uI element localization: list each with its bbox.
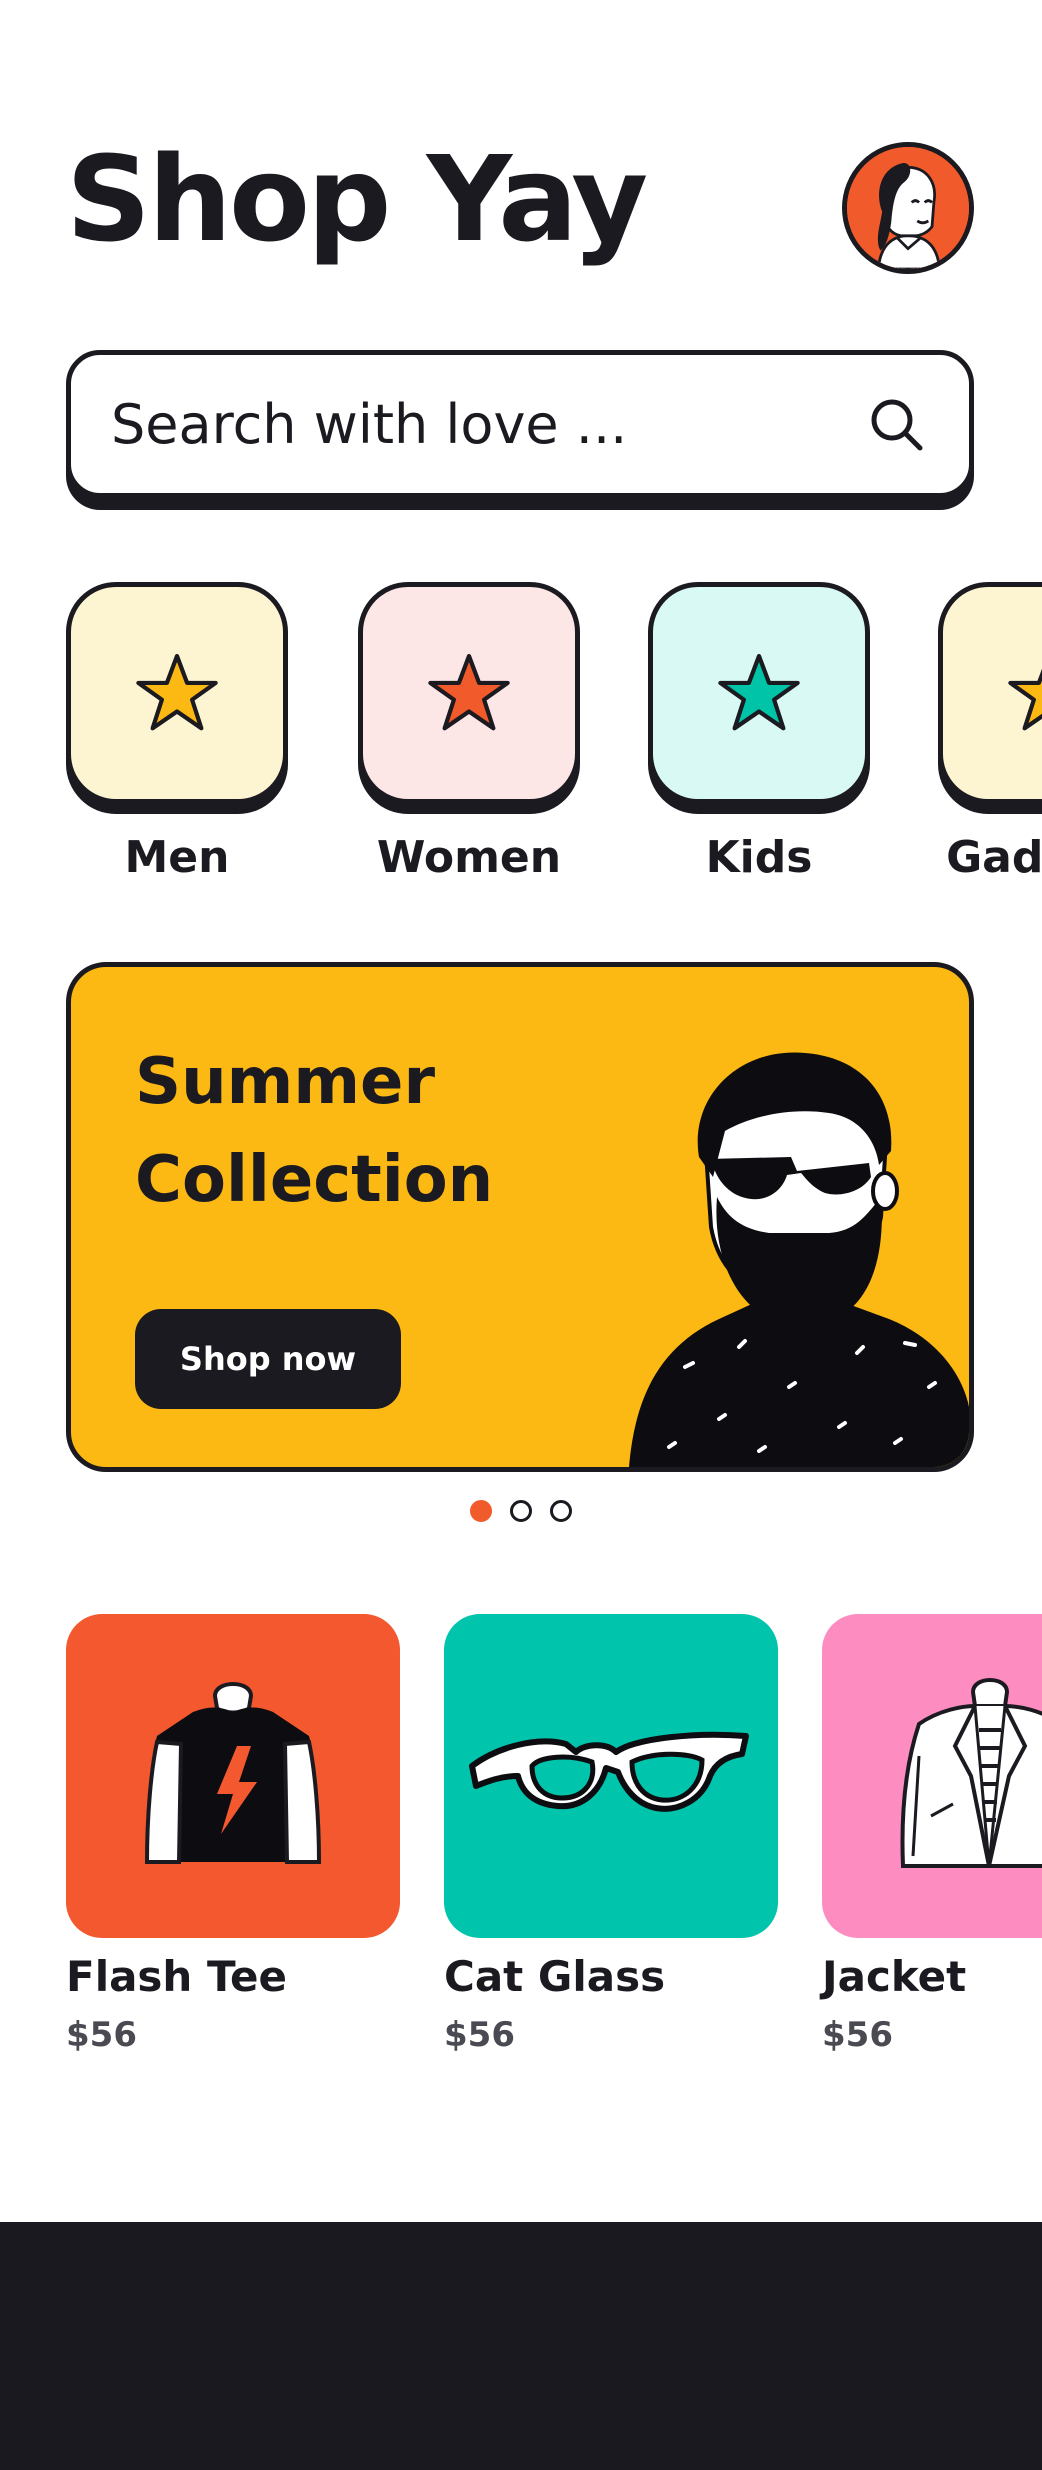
search-input[interactable] (111, 392, 861, 456)
category-women[interactable]: Women (358, 582, 580, 883)
product-card-jacket[interactable]: Jacket $56 (822, 1614, 1042, 2055)
category-kids[interactable]: Kids (648, 582, 870, 883)
star-icon (718, 653, 800, 731)
user-avatar-icon (847, 147, 969, 269)
bearded-man-illustration (629, 1052, 969, 1467)
category-label: Gadgets (946, 832, 1042, 883)
category-label: Women (376, 832, 562, 883)
banner-headline-line: Collection (135, 1143, 494, 1217)
star-icon (1008, 668, 1042, 731)
category-label: Men (124, 832, 230, 883)
product-card-flash-tee[interactable]: Flash Tee $56 (66, 1614, 400, 2055)
category-tile (648, 582, 870, 804)
carousel-dot[interactable] (550, 1500, 572, 1522)
star-icon (136, 653, 218, 731)
product-card-cat-glass[interactable]: Cat Glass $56 (444, 1614, 778, 2055)
search-bar (66, 350, 974, 498)
product-price: $56 (822, 2015, 893, 2055)
product-name: Jacket (822, 1952, 967, 2001)
product-price: $56 (66, 2015, 137, 2055)
category-men[interactable]: Men (66, 582, 288, 883)
carousel-dot[interactable] (510, 1500, 532, 1522)
carousel-dot-active[interactable] (470, 1500, 492, 1522)
product-name: Flash Tee (66, 1952, 287, 2001)
category-tile (358, 582, 580, 804)
profile-avatar[interactable] (842, 142, 974, 274)
product-list: Flash Tee $56 Cat Glass $56 Jacket $56 (66, 1614, 1042, 2064)
t-shirt-icon (144, 1682, 322, 1864)
category-list: Men Women Kids Gadgets (66, 582, 1042, 892)
bottom-navigation-bar (0, 2222, 1042, 2470)
search-button[interactable] (861, 389, 931, 459)
category-tile (66, 582, 288, 804)
banner-headline-line: Summer (135, 1045, 435, 1119)
shop-now-button[interactable]: Shop now (135, 1309, 401, 1409)
category-tile (938, 582, 1042, 804)
product-image (66, 1614, 400, 1938)
product-price: $56 (444, 2015, 515, 2055)
product-image (822, 1614, 1042, 1938)
category-gadgets[interactable]: Gadgets (938, 582, 1042, 883)
category-label: Kids (705, 832, 813, 883)
glasses-icon (469, 1731, 749, 1812)
app-title: Shop Yay (66, 130, 648, 268)
star-icon (428, 653, 510, 731)
search-icon (871, 399, 923, 451)
banner-headline: Summer Collection (135, 1033, 595, 1229)
product-image (444, 1614, 778, 1938)
promo-banner[interactable]: Summer Collection Shop now (66, 962, 974, 1472)
carousel-indicator (470, 1500, 572, 1522)
product-name: Cat Glass (444, 1952, 666, 2001)
jacket-icon (900, 1678, 1042, 1868)
